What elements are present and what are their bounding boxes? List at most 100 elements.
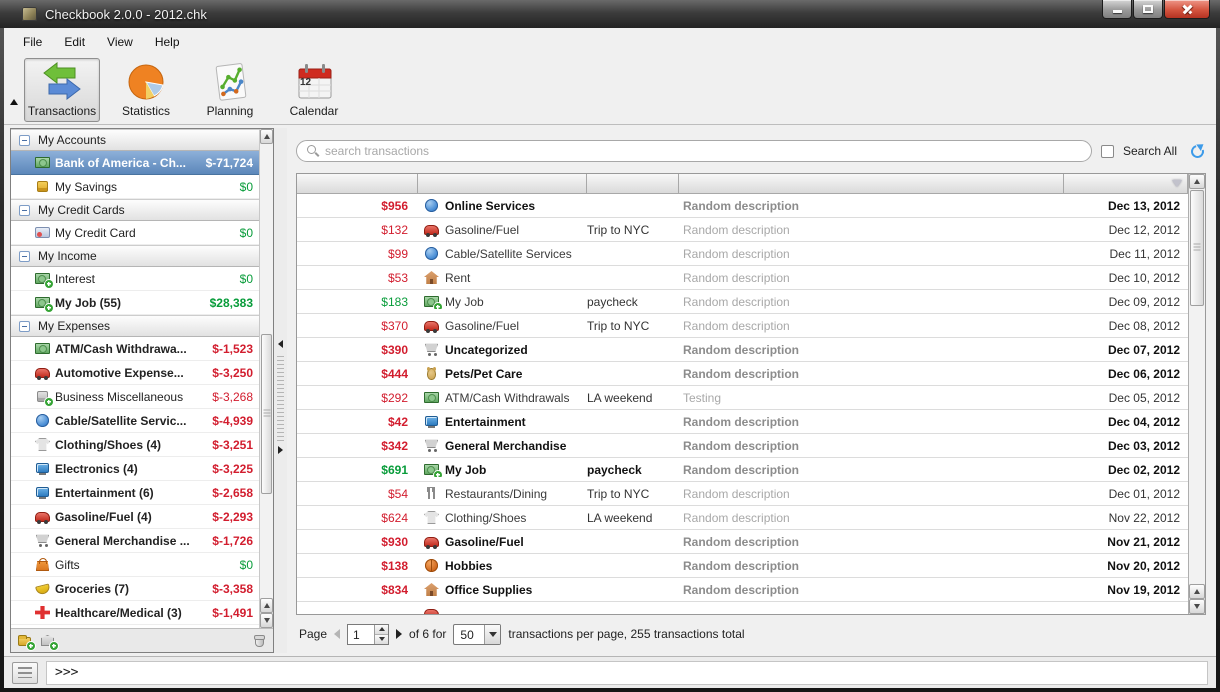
header-cell-tag[interactable] — [587, 174, 679, 194]
transaction-row[interactable]: $292 ATM/Cash Withdrawals LA weekend Testin… — [297, 386, 1188, 410]
scroll-up-button-2[interactable] — [260, 598, 273, 613]
console-input[interactable]: >>> — [46, 660, 1208, 685]
transaction-row[interactable]: $342 General Merchandise Random descriptio… — [297, 434, 1188, 458]
tab-statistics[interactable]: Statistics — [108, 58, 184, 122]
account-item[interactable]: Groceries (7) $-3,358 — [11, 577, 259, 601]
splitter-grip[interactable] — [277, 356, 284, 442]
scroll-up-button[interactable] — [260, 129, 273, 144]
transaction-row[interactable]: $42 Entertainment Random description Dec 04… — [297, 410, 1188, 434]
transaction-row[interactable]: $138 Hobbies Random description Nov 20, 201… — [297, 554, 1188, 578]
sidebar-scrollbar[interactable] — [259, 129, 273, 628]
category-label: Gasoline/Fuel — [445, 534, 524, 549]
collapse-left-icon[interactable] — [278, 340, 283, 348]
menu-edit[interactable]: Edit — [53, 31, 96, 53]
category-group-header[interactable]: My Expenses — [11, 315, 259, 337]
transaction-row[interactable]: $624 Clothing/Shoes LA weekend Random descr… — [297, 506, 1188, 530]
account-item[interactable]: My Job (55) $28,383 — [11, 291, 259, 315]
refresh-icon[interactable] — [1189, 143, 1206, 160]
spin-down-button[interactable] — [375, 634, 389, 644]
account-item[interactable]: Gasoline/Fuel (4) $-2,293 — [11, 505, 259, 529]
account-item[interactable]: Entertainment (6) $-2,658 — [11, 481, 259, 505]
filter-icon[interactable] — [1172, 180, 1182, 187]
category-group-header[interactable]: My Income — [11, 245, 259, 267]
minimize-button[interactable] — [1102, 0, 1132, 19]
amount-cell: $390 — [381, 342, 408, 357]
transaction-row[interactable]: $183 My Job paycheck Random description Dec … — [297, 290, 1188, 314]
transaction-row[interactable]: $834 Office Supplies Random description Nov… — [297, 578, 1188, 602]
header-cell-date[interactable] — [1064, 174, 1188, 194]
collapse-icon[interactable] — [19, 204, 30, 216]
globe-icon — [424, 199, 439, 212]
menu-help[interactable]: Help — [144, 31, 191, 53]
category-group-header[interactable]: My Credit Cards — [11, 199, 259, 221]
account-item[interactable]: Cable/Satellite Servic... $-4,939 — [11, 409, 259, 433]
prev-page-arrow[interactable] — [334, 629, 341, 639]
add-account-button[interactable] — [40, 634, 58, 650]
maximize-button[interactable] — [1133, 0, 1163, 19]
account-item[interactable]: Healthcare/Medical (3) $-1,491 — [11, 601, 259, 625]
scroll-thumb[interactable] — [1190, 190, 1204, 306]
tab-planning[interactable]: Planning — [192, 58, 268, 122]
next-page-arrow[interactable] — [396, 629, 403, 639]
transaction-row[interactable]: $53 Rent Random description Dec 10, 2012 — [297, 266, 1188, 290]
scroll-down-button[interactable] — [260, 613, 273, 628]
transaction-row[interactable]: $444 Pets/Pet Care Random description Dec 0… — [297, 362, 1188, 386]
search-input[interactable] — [325, 144, 1081, 158]
tab-calendar[interactable]: 12 Calendar — [276, 58, 352, 122]
account-item[interactable]: My Savings $0 — [11, 175, 259, 199]
transaction-row[interactable]: $956 Online Services Random description Dec… — [297, 194, 1188, 218]
account-item[interactable]: Interest $0 — [11, 267, 259, 291]
tab-transactions[interactable]: Transactions — [24, 58, 100, 122]
titlebar[interactable]: Checkbook 2.0.0 - 2012.chk — [0, 0, 1220, 28]
dropdown-arrow-icon[interactable] — [484, 624, 501, 644]
trash-button[interactable] — [252, 634, 267, 647]
transaction-row[interactable] — [297, 602, 1188, 614]
search-all-checkbox[interactable] — [1100, 144, 1114, 158]
account-item[interactable]: Business Miscellaneous $-3,268 — [11, 385, 259, 409]
collapse-icon[interactable] — [19, 250, 30, 262]
menu-view[interactable]: View — [96, 31, 144, 53]
scroll-up-button[interactable] — [1189, 174, 1205, 189]
transaction-row[interactable]: $99 Cable/Satellite Services Random descri… — [297, 242, 1188, 266]
category-group-header[interactable]: My Accounts — [11, 129, 259, 151]
add-category-button[interactable] — [17, 634, 35, 650]
transaction-row[interactable]: $54 Restaurants/Dining Trip to NYC Random d… — [297, 482, 1188, 506]
table-scrollbar[interactable] — [1188, 174, 1205, 614]
transaction-row[interactable]: $370 Gasoline/Fuel Trip to NYC Random descr… — [297, 314, 1188, 338]
date-cell: Dec 05, 2012 — [1108, 390, 1180, 405]
car-icon — [424, 607, 439, 614]
console-bar: >>> — [4, 656, 1216, 688]
page-spinbox[interactable]: 1 — [347, 623, 390, 645]
account-item[interactable]: ATM/Cash Withdrawa... $-1,523 — [11, 337, 259, 361]
search-input-box[interactable] — [296, 140, 1092, 162]
tag-cell: paycheck — [587, 462, 642, 477]
account-item[interactable]: Automotive Expense... $-3,250 — [11, 361, 259, 385]
spin-up-button[interactable] — [375, 624, 389, 635]
scroll-down-button[interactable] — [1189, 599, 1205, 614]
account-item[interactable]: Bank of America - Ch... $-71,724 — [11, 151, 259, 175]
console-toggle-button[interactable] — [12, 661, 38, 684]
transaction-row[interactable]: $390 Uncategorized Random description Dec 0… — [297, 338, 1188, 362]
header-cell-category[interactable] — [418, 174, 587, 194]
menu-file[interactable]: File — [12, 31, 53, 53]
header-cell-amount[interactable] — [297, 174, 418, 194]
expand-right-icon[interactable] — [278, 446, 283, 454]
panel-splitter[interactable] — [274, 128, 287, 653]
transaction-row[interactable]: $930 Gasoline/Fuel Random description Nov 2… — [297, 530, 1188, 554]
per-page-select[interactable]: 50 — [453, 623, 502, 645]
close-button[interactable] — [1164, 0, 1210, 19]
category-cell — [418, 607, 587, 614]
scroll-up-button-2[interactable] — [1189, 584, 1205, 599]
collapse-icon[interactable] — [19, 320, 30, 332]
account-item[interactable]: My Credit Card $0 — [11, 221, 259, 245]
account-item[interactable]: Gifts $0 — [11, 553, 259, 577]
scroll-thumb[interactable] — [261, 334, 272, 494]
account-item[interactable]: Electronics (4) $-3,225 — [11, 457, 259, 481]
globe-icon — [424, 247, 439, 260]
transaction-row[interactable]: $132 Gasoline/Fuel Trip to NYC Random descr… — [297, 218, 1188, 242]
account-item[interactable]: General Merchandise ... $-1,726 — [11, 529, 259, 553]
transaction-row[interactable]: $691 My Job paycheck Random description Dec … — [297, 458, 1188, 482]
account-item[interactable]: Clothing/Shoes (4) $-3,251 — [11, 433, 259, 457]
collapse-icon[interactable] — [19, 134, 30, 146]
header-cell-description[interactable] — [679, 174, 1064, 194]
